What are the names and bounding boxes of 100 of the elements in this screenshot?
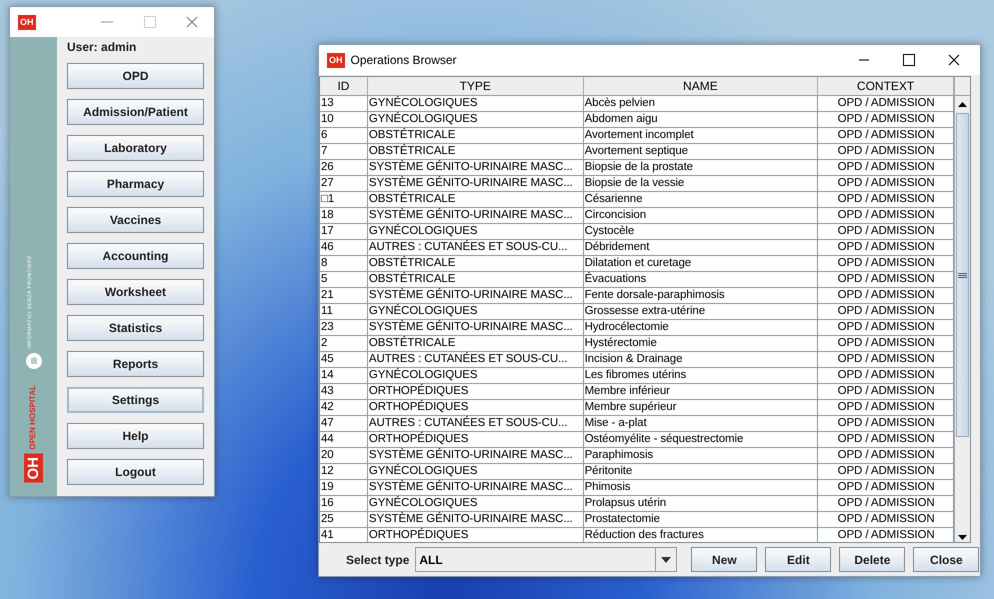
table-cell: OBSTÉTRICALE bbox=[368, 128, 584, 143]
table-cell: OPD / ADMISSION bbox=[818, 112, 954, 127]
table-cell: 14 bbox=[320, 368, 368, 383]
table-cell: 16 bbox=[320, 496, 368, 511]
table-cell: 5 bbox=[320, 272, 368, 287]
table-cell: OPD / ADMISSION bbox=[818, 176, 954, 191]
action-button[interactable]: New bbox=[691, 547, 758, 572]
table-cell: GYNÉCOLOGIQUES bbox=[368, 224, 584, 239]
scroll-down-icon[interactable] bbox=[958, 535, 967, 540]
table-cell: Cystocèle bbox=[584, 224, 818, 239]
table-cell: Membre inférieur bbox=[584, 384, 818, 399]
table-cell: 11 bbox=[320, 304, 368, 319]
table-cell: 10 bbox=[320, 112, 368, 127]
table-cell: 41 bbox=[320, 528, 368, 542]
table-cell: 46 bbox=[320, 240, 368, 255]
menu-button[interactable]: Settings bbox=[67, 387, 204, 413]
table-cell: Incision & Drainage bbox=[584, 352, 818, 367]
table-cell: Hydrocélectomie bbox=[584, 320, 818, 335]
table-cell: 19 bbox=[320, 480, 368, 495]
select-type-label: Select type bbox=[346, 552, 410, 566]
table-cell: 25 bbox=[320, 512, 368, 527]
menu-button[interactable]: Reports bbox=[67, 351, 204, 377]
table-cell: 20 bbox=[320, 448, 368, 463]
scrollbar-thumb[interactable] bbox=[956, 113, 969, 437]
table-cell: Débridement bbox=[584, 240, 818, 255]
menu-button[interactable]: Accounting bbox=[67, 243, 204, 269]
table-cell: SYSTÈME GÉNITO-URINAIRE MASC... bbox=[368, 208, 584, 223]
table-cell: OPD / ADMISSION bbox=[818, 304, 954, 319]
maximize-icon[interactable] bbox=[903, 54, 915, 66]
column-header[interactable]: NAME bbox=[584, 77, 818, 95]
action-button[interactable]: Edit bbox=[765, 547, 832, 572]
hand-emblem-icon bbox=[26, 352, 42, 369]
table-cell: Prostatectomie bbox=[584, 512, 818, 527]
column-header[interactable]: TYPE bbox=[368, 77, 584, 95]
menu-button[interactable]: Vaccines bbox=[67, 207, 204, 233]
close-icon[interactable] bbox=[948, 54, 960, 66]
table-cell: GYNÉCOLOGIQUES bbox=[368, 496, 584, 511]
menu-button[interactable]: OPD bbox=[67, 63, 204, 89]
table-cell: Réduction des fractures bbox=[584, 528, 818, 542]
table-cell: OBSTÉTRICALE bbox=[368, 336, 584, 351]
action-button[interactable]: Close bbox=[913, 547, 980, 572]
table-cell: GYNÉCOLOGIQUES bbox=[368, 368, 584, 383]
table-cell: 27 bbox=[320, 176, 368, 191]
menu-button[interactable]: Laboratory bbox=[67, 135, 204, 161]
user-label: User: admin bbox=[67, 40, 136, 54]
table-cell: Évacuations bbox=[584, 272, 818, 287]
column-header[interactable]: ID bbox=[320, 77, 368, 95]
table-cell: OPD / ADMISSION bbox=[818, 240, 954, 255]
table-cell: Avortement septique bbox=[584, 144, 818, 159]
table-cell: GYNÉCOLOGIQUES bbox=[368, 304, 584, 319]
table-cell: Abcès pelvien bbox=[584, 96, 818, 111]
table-cell: OPD / ADMISSION bbox=[818, 336, 954, 351]
table-cell: 44 bbox=[320, 432, 368, 447]
menu-button[interactable]: Statistics bbox=[67, 315, 204, 341]
type-dropdown[interactable]: ALL bbox=[415, 547, 678, 572]
table-cell: SYSTÈME GÉNITO-URINAIRE MASC... bbox=[368, 176, 584, 191]
table-cell: OPD / ADMISSION bbox=[818, 448, 954, 463]
table-cell: 6 bbox=[320, 128, 368, 143]
table-cell: 2 bbox=[320, 336, 368, 351]
table-cell: AUTRES : CUTANÉES ET SOUS-CU... bbox=[368, 416, 584, 431]
table-cell: OPD / ADMISSION bbox=[818, 464, 954, 479]
table-cell: OPD / ADMISSION bbox=[818, 384, 954, 399]
table-cell: 7 bbox=[320, 144, 368, 159]
menu-button[interactable]: Help bbox=[67, 423, 204, 449]
table-cell: Péritonite bbox=[584, 464, 818, 479]
table-cell: Les fibromes utérins bbox=[584, 368, 818, 383]
table-cell: OPD / ADMISSION bbox=[818, 288, 954, 303]
column-header[interactable]: CONTEXT bbox=[818, 77, 954, 95]
table-cell: Biopsie de la prostate bbox=[584, 160, 818, 175]
table-cell: Prolapsus utérin bbox=[584, 496, 818, 511]
table-cell: 21 bbox=[320, 288, 368, 303]
table-cell: OPD / ADMISSION bbox=[818, 320, 954, 335]
table-cell: GYNÉCOLOGIQUES bbox=[368, 96, 584, 111]
table-cell: Abdomen aigu bbox=[584, 112, 818, 127]
app-logo: OH bbox=[18, 14, 36, 30]
menu-button[interactable]: Logout bbox=[67, 459, 204, 485]
table-cell: OPD / ADMISSION bbox=[818, 192, 954, 207]
table-cell: ORTHOPÉDIQUES bbox=[368, 400, 584, 415]
table-cell: AUTRES : CUTANÉES ET SOUS-CU... bbox=[368, 240, 584, 255]
menu-button[interactable]: Admission/Patient bbox=[67, 99, 204, 125]
table-cell: OPD / ADMISSION bbox=[818, 96, 954, 111]
table-cell: SYSTÈME GÉNITO-URINAIRE MASC... bbox=[368, 512, 584, 527]
action-button[interactable]: Delete bbox=[839, 547, 906, 572]
grip-icon bbox=[958, 272, 967, 278]
table-cell: 18 bbox=[320, 208, 368, 223]
table-cell: OPD / ADMISSION bbox=[818, 160, 954, 175]
table-cell: SYSTÈME GÉNITO-URINAIRE MASC... bbox=[368, 320, 584, 335]
table-cell: 42 bbox=[320, 400, 368, 415]
table-cell: ORTHOPÉDIQUES bbox=[368, 384, 584, 399]
table-cell: OPD / ADMISSION bbox=[818, 480, 954, 495]
product-logo-text: OPEN HOSPITAL bbox=[28, 384, 38, 450]
table-cell: 43 bbox=[320, 384, 368, 399]
table-cell: OPD / ADMISSION bbox=[818, 496, 954, 511]
table-cell: OPD / ADMISSION bbox=[818, 432, 954, 447]
scrollbar[interactable] bbox=[955, 96, 970, 542]
scroll-up-icon[interactable] bbox=[958, 102, 967, 107]
menu-button[interactable]: Pharmacy bbox=[67, 171, 204, 197]
table-cell: GYNÉCOLOGIQUES bbox=[368, 112, 584, 127]
table-cell: 12 bbox=[320, 464, 368, 479]
menu-button[interactable]: Worksheet bbox=[67, 279, 204, 305]
